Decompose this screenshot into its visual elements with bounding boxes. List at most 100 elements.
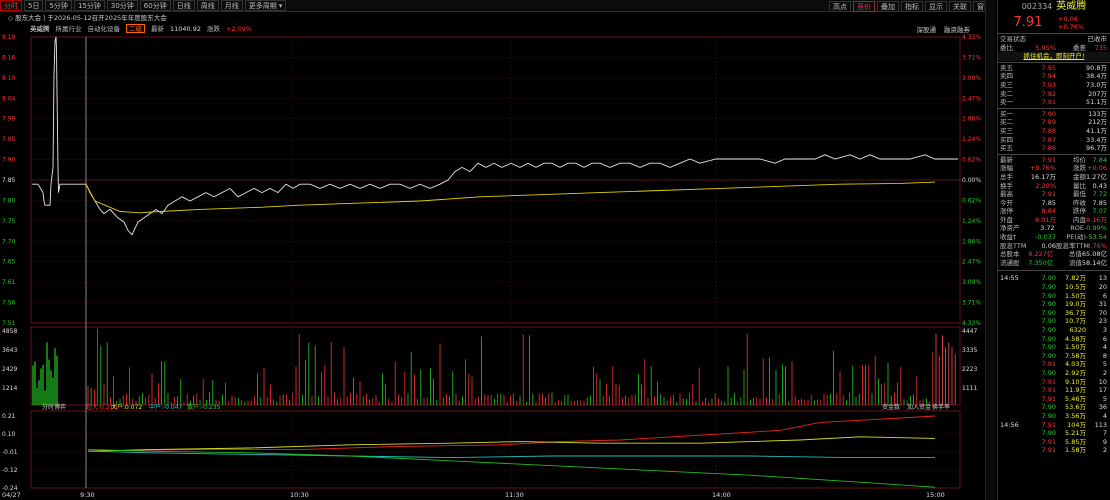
tick-price: 7.90 xyxy=(1041,308,1056,317)
tick-row[interactable]: 7.91 5.85万 9 xyxy=(998,438,1110,447)
stat-value: 7.350亿 xyxy=(1028,258,1054,267)
flow-retail-line xyxy=(87,449,936,488)
book-row[interactable]: 卖五 7.95 90.8万 xyxy=(998,64,1110,73)
tick-row[interactable]: 14:56 7.91 104万 113 xyxy=(998,421,1110,430)
tick-row[interactable]: 14:55 7.90 7.82万 13 xyxy=(998,274,1110,283)
stat-value: 7.91 xyxy=(1041,190,1056,199)
book-row[interactable]: 买一 7.90 133万 xyxy=(998,110,1110,119)
stat-label: 总手 xyxy=(1000,172,1013,181)
tick-row[interactable]: 7.90 3.56万 4 xyxy=(998,412,1110,421)
tick-time xyxy=(998,369,1028,378)
stats-table: 最新 7.91 均价 7.84 涨幅 +0.76% 涨跌 +0.06 总手 16.17万 金额 1.2… xyxy=(998,156,1110,268)
vol-tick-label-right: 1111 xyxy=(962,385,977,392)
tick-count: 4 xyxy=(1102,343,1107,352)
stock-terminal: 分时 5日 5分钟 15分钟 30分钟 60分钟 日线 周线 月线 更多周期 ▾ 高点 竞价 叠加 指标显… xyxy=(0,0,1110,500)
tick-row[interactable]: 7.90 1.50万 4 xyxy=(998,343,1110,352)
ask-book: 卖五 7.95 90.8万 卖四 7.94 38.4万 卖三 7.93 73.0万 卖二 7.92 2… xyxy=(998,64,1110,107)
tick-volume: 104万 xyxy=(1067,420,1086,429)
book-row[interactable]: 卖一 7.91 51.1万 xyxy=(998,98,1110,107)
flow-option[interactable]: 加入资金 xyxy=(907,403,931,411)
ad-text: 抓住机会，即刻开户! xyxy=(1023,52,1085,61)
stat-value: 65.08亿 xyxy=(1081,250,1107,259)
book-volume: 212万 xyxy=(1088,118,1107,127)
price-tick-label: 7.70 xyxy=(2,238,16,245)
stat-label: 流值 xyxy=(1068,258,1082,267)
tick-row[interactable]: 7.90 1.50万 6 xyxy=(998,292,1110,301)
stat-value: 1.27亿 xyxy=(1086,172,1107,181)
flow-option[interactable]: 资金数 xyxy=(882,403,900,411)
pct-tick-label: 0.62% xyxy=(962,197,981,204)
price-tick-label: 7.75 xyxy=(2,218,16,225)
price-tick-label: 7.80 xyxy=(2,197,16,204)
vol-tick-label-right: 2223 xyxy=(962,366,977,373)
tick-row[interactable]: 7.91 4.03万 5 xyxy=(998,360,1110,369)
tick-row[interactable]: 7.90 10.5万 20 xyxy=(998,283,1110,292)
tick-time xyxy=(998,395,1028,404)
tick-row[interactable]: 7.90 4.58万 6 xyxy=(998,335,1110,344)
stat-value: 8.01万 xyxy=(1035,215,1056,224)
tick-count: 4 xyxy=(1102,411,1107,420)
intraday-chart[interactable]: 8.19 4.33% 8.16 3.71% 8.10 3.09% 8.04 2.47% 7.99… xyxy=(0,0,985,500)
tick-count: 31 xyxy=(1098,300,1107,309)
book-row[interactable]: 卖二 7.92 207万 xyxy=(998,90,1110,99)
tick-volume: 5.46万 xyxy=(1065,394,1086,403)
tick-volume: 7.58万 xyxy=(1065,351,1086,360)
tick-row[interactable]: 7.90 5.21万 7 xyxy=(998,429,1110,438)
book-row[interactable]: 买三 7.88 41.1万 xyxy=(998,127,1110,136)
tick-time xyxy=(998,335,1028,344)
price-tick-label: 7.95 xyxy=(2,136,16,143)
tick-volume: 3.56万 xyxy=(1065,411,1086,420)
stat-label: 换手 xyxy=(1000,181,1013,190)
tick-row[interactable]: 7.91 1.58万 2 xyxy=(998,446,1110,455)
tick-volume: 9.10万 xyxy=(1065,377,1086,386)
tick-count: 17 xyxy=(1098,386,1107,395)
price-tick-label: 8.16 xyxy=(2,54,16,61)
tick-row[interactable]: 7.90 7.58万 8 xyxy=(998,352,1110,361)
time-tick-label: 04/27 xyxy=(2,491,21,499)
time-tick-label: 10:30 xyxy=(290,491,309,499)
book-level: 卖三 xyxy=(1000,80,1013,89)
book-row[interactable]: 卖四 7.94 38.4万 xyxy=(998,72,1110,81)
flow-tick-label: -0.12 xyxy=(2,467,18,474)
stat-label: 金额 xyxy=(1073,172,1086,181)
tick-volume: 10.7万 xyxy=(1065,317,1086,326)
price-tick-label: 8.10 xyxy=(2,75,16,82)
tick-row[interactable]: 7.91 9.10万 10 xyxy=(998,378,1110,387)
tick-row[interactable]: 7.90 53.6万 36 xyxy=(998,403,1110,412)
tick-row[interactable]: 7.91 11.9万 17 xyxy=(998,386,1110,395)
stat-value: 3.72 xyxy=(1040,224,1055,233)
book-price: 7.94 xyxy=(1041,72,1056,81)
book-price: 7.90 xyxy=(1041,109,1056,118)
tick-row[interactable]: 7.90 36.7万 70 xyxy=(998,309,1110,318)
price-tick-label: 7.85 xyxy=(2,177,16,184)
tick-row[interactable]: 7.90 6320 3 xyxy=(998,326,1110,335)
vol-tick-label: 3643 xyxy=(2,347,17,354)
stat-row: 今开 7.85 昨收 7.85 xyxy=(998,199,1110,208)
status-label: 交易状态 xyxy=(1000,35,1026,43)
tick-count: 36 xyxy=(1098,403,1107,412)
tick-volume: 5.85万 xyxy=(1065,437,1086,446)
flow-tick-label: -0.01 xyxy=(2,449,18,456)
book-price: 7.93 xyxy=(1041,80,1056,89)
book-level: 卖一 xyxy=(1000,98,1013,107)
pct-tick-label: 4.33% xyxy=(962,320,981,327)
tick-row[interactable]: 7.90 10.7万 23 xyxy=(998,317,1110,326)
book-row[interactable]: 买二 7.89 212万 xyxy=(998,118,1110,127)
stat-label: 最高 xyxy=(1000,190,1013,199)
book-row[interactable]: 卖三 7.93 73.0万 xyxy=(998,81,1110,90)
pct-tick-label: 1.86% xyxy=(962,116,981,123)
book-row[interactable]: 买四 7.87 33.4万 xyxy=(998,136,1110,145)
scrollbar[interactable] xyxy=(985,0,995,500)
tick-count: 10 xyxy=(1098,377,1107,386)
book-row[interactable]: 买五 7.86 96.7万 xyxy=(998,144,1110,153)
flow-option[interactable]: 换手率 xyxy=(932,403,950,411)
bid-book: 买一 7.90 133万 买二 7.89 212万 买三 7.88 41.1万 买四 7.87 33.… xyxy=(998,110,1110,153)
tick-list[interactable]: 14:55 7.90 7.82万 13 7.90 10.5万 20 7.90 1.50万 6 7.9… xyxy=(998,274,1110,454)
open-account-ad[interactable]: 抓住机会，即刻开户! xyxy=(998,52,1110,61)
time-tick-label: 14:00 xyxy=(712,491,731,499)
book-volume: 33.4万 xyxy=(1086,135,1107,144)
time-tick-label: 11:30 xyxy=(505,491,524,499)
tick-row[interactable]: 7.91 5.46万 5 xyxy=(998,395,1110,404)
tick-row[interactable]: 7.90 19.0万 31 xyxy=(998,300,1110,309)
tick-row[interactable]: 7.90 2.92万 2 xyxy=(998,369,1110,378)
